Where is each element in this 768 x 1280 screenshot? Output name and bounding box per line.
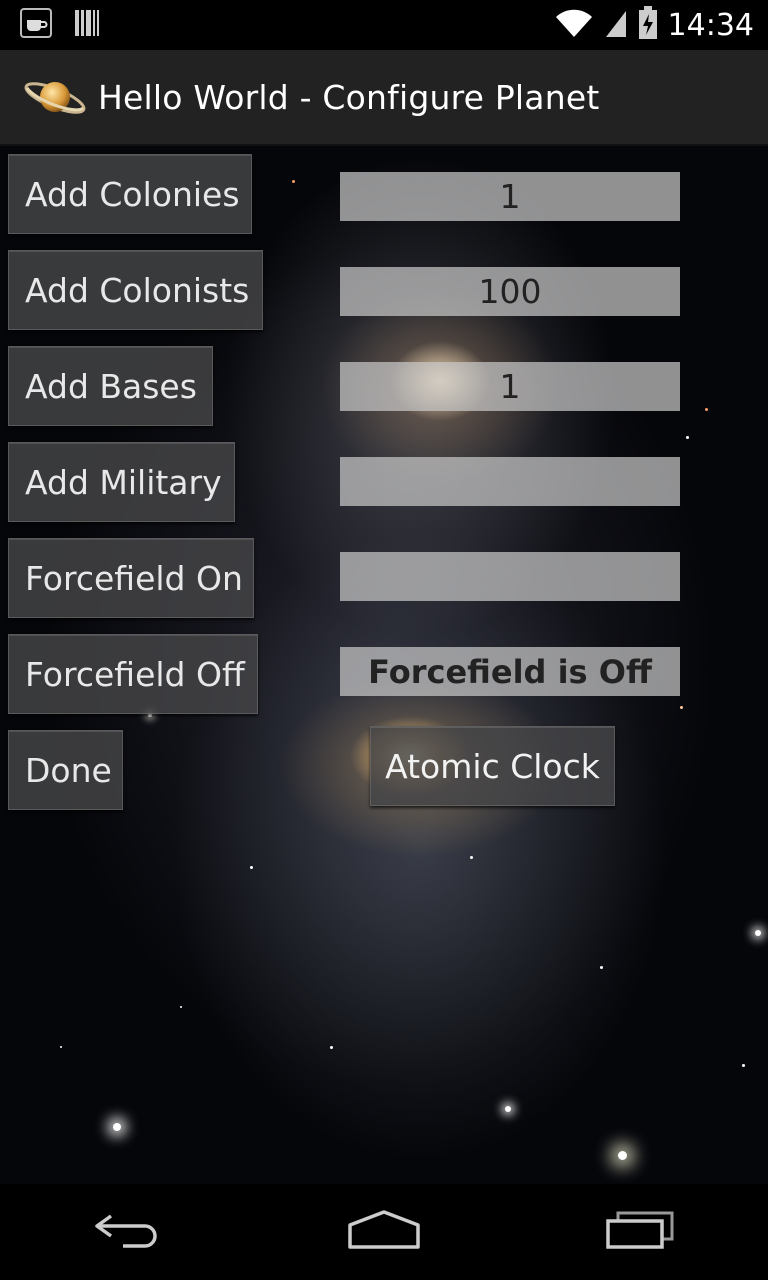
- back-icon: [93, 1210, 163, 1254]
- bases-value-field[interactable]: 1: [340, 362, 680, 411]
- wifi-icon: [554, 7, 594, 43]
- military-value-field[interactable]: [340, 457, 680, 506]
- battery-charging-icon: [638, 6, 658, 44]
- status-time: 14:34: [667, 7, 754, 43]
- add-colonists-button[interactable]: Add Colonists: [8, 250, 263, 330]
- star: [470, 856, 473, 859]
- forcefield-on-button[interactable]: Forcefield On: [8, 538, 254, 618]
- atomic-clock-button[interactable]: Atomic Clock: [370, 726, 615, 806]
- star: [680, 706, 683, 709]
- barcode-icon: [74, 8, 100, 42]
- colonists-value-field[interactable]: 100: [340, 267, 680, 316]
- done-button[interactable]: Done: [8, 730, 123, 810]
- signal-icon: [604, 7, 628, 43]
- add-bases-button[interactable]: Add Bases: [8, 346, 213, 426]
- back-button[interactable]: [78, 1202, 178, 1262]
- star: [180, 1006, 182, 1008]
- forcefield-status-field[interactable]: Forcefield is Off: [340, 647, 680, 696]
- star: [60, 1046, 62, 1048]
- status-bar: 14:34: [0, 0, 768, 50]
- star: [755, 930, 761, 936]
- recent-apps-icon: [604, 1210, 676, 1254]
- page-title: Hello World - Configure Planet: [98, 77, 600, 117]
- saturn-planet-icon[interactable]: [22, 72, 88, 122]
- coffee-cup-icon: [20, 8, 52, 42]
- star: [292, 180, 295, 183]
- add-military-button[interactable]: Add Military: [8, 442, 235, 522]
- forcefield-on-value-field[interactable]: [340, 552, 680, 601]
- action-bar: Hello World - Configure Planet: [0, 50, 768, 146]
- galaxy-background: Add Colonies Add Colonists Add Bases Add…: [0, 146, 768, 1184]
- star: [705, 408, 708, 411]
- star: [330, 1046, 333, 1049]
- star: [600, 966, 603, 969]
- star: [250, 866, 253, 869]
- star: [113, 1123, 121, 1131]
- navigation-bar: [0, 1184, 768, 1280]
- star: [742, 1064, 745, 1067]
- forcefield-off-button[interactable]: Forcefield Off: [8, 634, 258, 714]
- star: [618, 1151, 627, 1160]
- add-colonies-button[interactable]: Add Colonies: [8, 154, 252, 234]
- star: [686, 436, 689, 439]
- colonies-value-field[interactable]: 1: [340, 172, 680, 221]
- recent-apps-button[interactable]: [590, 1202, 690, 1262]
- star: [505, 1106, 511, 1112]
- home-icon: [346, 1209, 422, 1255]
- home-button[interactable]: [334, 1202, 434, 1262]
